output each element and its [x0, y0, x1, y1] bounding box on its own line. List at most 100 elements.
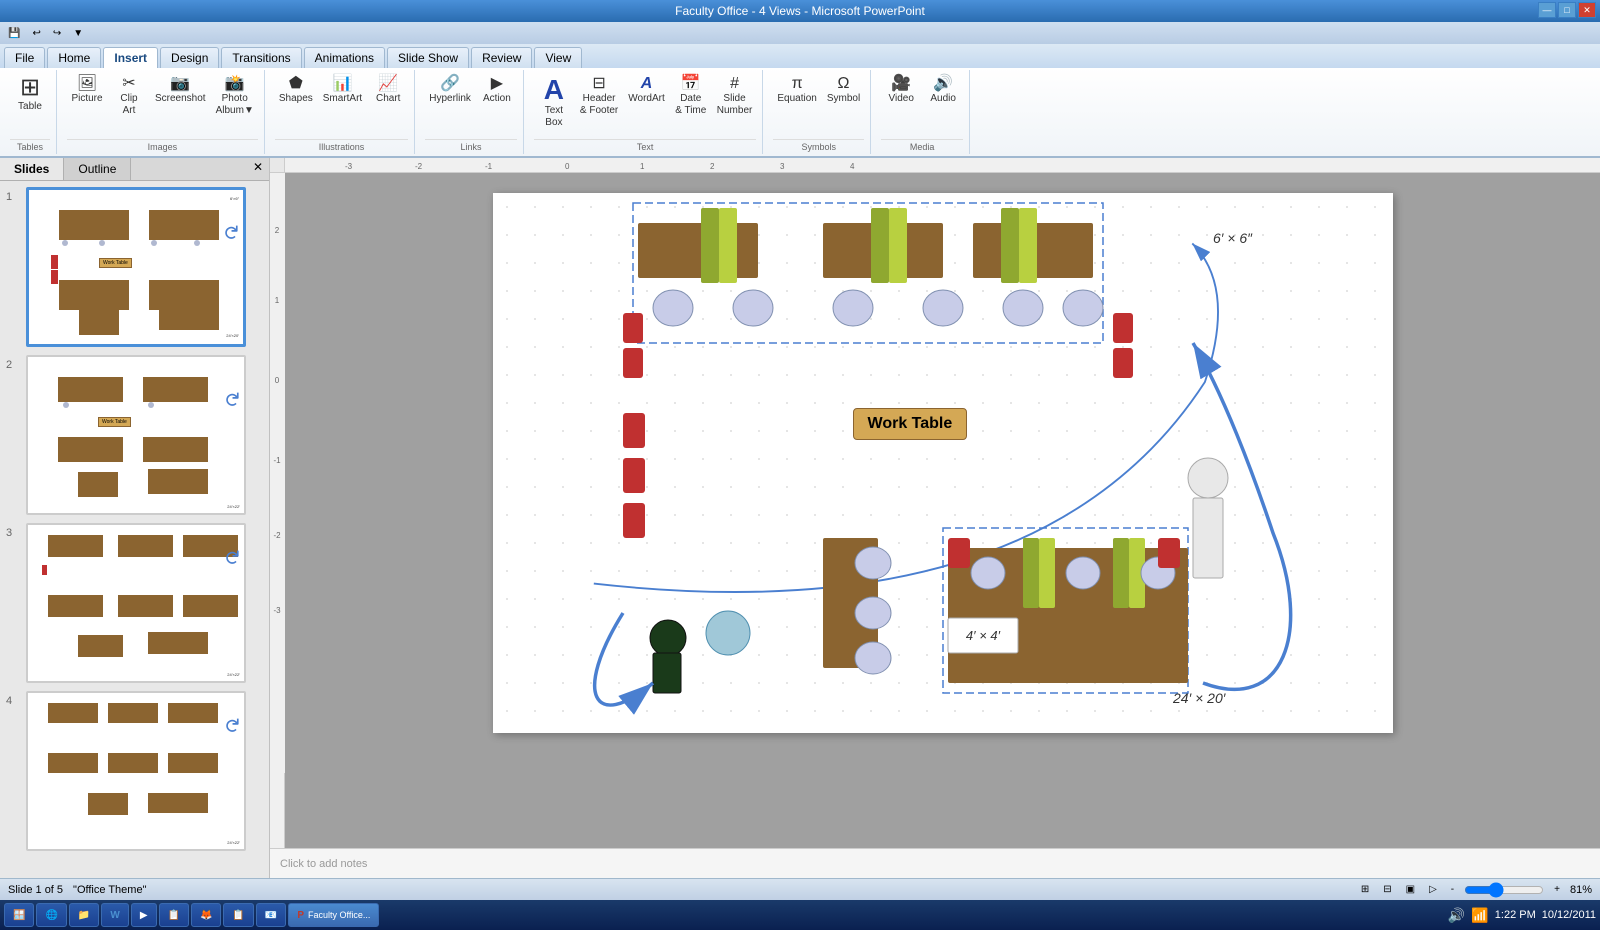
- volume-icon[interactable]: 🔊: [1448, 907, 1465, 924]
- shapes-button[interactable]: ⬟ Shapes: [275, 74, 317, 107]
- tab-file[interactable]: File: [4, 47, 45, 68]
- notes-area[interactable]: Click to add notes: [270, 848, 1600, 878]
- tab-design[interactable]: Design: [160, 47, 219, 68]
- wordart-button[interactable]: A WordArt: [624, 74, 669, 107]
- tab-insert[interactable]: Insert: [103, 47, 158, 68]
- svg-text:-3: -3: [273, 606, 281, 615]
- taskbar-word[interactable]: W: [101, 903, 128, 927]
- smartart-button[interactable]: 📊 SmartArt: [319, 74, 366, 107]
- panel-close-button[interactable]: ✕: [247, 158, 269, 180]
- horizontal-ruler: -3 -2 -1 0 1 2 3 4: [285, 158, 1600, 172]
- svg-text:2: 2: [275, 226, 280, 235]
- taskbar-wmp[interactable]: ▶: [131, 903, 157, 927]
- redo-button[interactable]: ↪: [49, 27, 65, 40]
- word-icon: W: [110, 910, 119, 921]
- tab-animations[interactable]: Animations: [304, 47, 385, 68]
- svg-text:-2: -2: [415, 162, 423, 171]
- svg-text:0: 0: [275, 376, 280, 385]
- minimize-button[interactable]: —: [1538, 2, 1556, 18]
- view-slide-button[interactable]: ⊟: [1379, 883, 1395, 896]
- qa-dropdown[interactable]: ▼: [69, 27, 87, 40]
- slidenumber-button[interactable]: # SlideNumber: [713, 74, 757, 119]
- start-icon: 🪟: [13, 910, 25, 921]
- ribbon-group-symbols: π Equation Ω Symbol Symbols: [767, 70, 871, 154]
- notes-placeholder: Click to add notes: [280, 858, 367, 870]
- slidenumber-icon: #: [730, 76, 739, 92]
- svg-text:2: 2: [710, 162, 715, 171]
- hyperlink-button[interactable]: 🔗 Hyperlink: [425, 74, 475, 107]
- slide-panel: Slides Outline ✕ 1: [0, 158, 270, 878]
- clipart-button[interactable]: ✂ ClipArt: [109, 74, 149, 119]
- svg-text:-2: -2: [273, 531, 281, 540]
- taskbar-explorer[interactable]: 📁: [69, 903, 99, 927]
- view-normal-button[interactable]: ⊞: [1357, 883, 1373, 896]
- headerfooter-icon: ⊟: [592, 76, 605, 92]
- symbols-group-label: Symbols: [773, 139, 864, 152]
- video-button[interactable]: 🎥 Video: [881, 74, 921, 107]
- textbox-icon: A: [544, 76, 564, 104]
- firefox-icon: 🦊: [200, 910, 212, 921]
- slide-thumb-1[interactable]: 1 Work Table: [4, 185, 265, 349]
- view-reading-button[interactable]: ▣: [1402, 883, 1419, 896]
- save-button[interactable]: 💾: [4, 27, 24, 40]
- taskbar-outlook[interactable]: 📧: [256, 903, 286, 927]
- start-button[interactable]: 🪟: [4, 903, 34, 927]
- tab-slideshow[interactable]: Slide Show: [387, 47, 469, 68]
- date-display: 10/12/2011: [1542, 909, 1596, 921]
- taskbar-app2[interactable]: 📋: [223, 903, 253, 927]
- svg-text:-3: -3: [345, 162, 353, 171]
- links-group-label: Links: [425, 139, 517, 152]
- headerfooter-button[interactable]: ⊟ Header& Footer: [576, 74, 622, 119]
- taskbar-right: 🔊 📶 1:22 PM 10/12/2011: [1448, 907, 1596, 924]
- maximize-button[interactable]: □: [1558, 2, 1576, 18]
- tab-review[interactable]: Review: [471, 47, 532, 68]
- taskbar-firefox[interactable]: 🦊: [191, 903, 221, 927]
- audio-icon: 🔊: [933, 76, 953, 92]
- chart-button[interactable]: 📈 Chart: [368, 74, 408, 107]
- wmp-icon: ▶: [140, 910, 148, 921]
- audio-button[interactable]: 🔊 Audio: [923, 74, 963, 107]
- taskbar-app1[interactable]: 📋: [159, 903, 189, 927]
- zoom-out-button[interactable]: -: [1447, 883, 1458, 896]
- theme-label: "Office Theme": [73, 884, 146, 896]
- ie-icon: 🌐: [45, 910, 57, 921]
- taskbar-ie[interactable]: 🌐: [36, 903, 66, 927]
- slide-thumb-4[interactable]: 4 ↻ 24′×22′: [4, 689, 265, 853]
- ribbon-group-illustrations: ⬟ Shapes 📊 SmartArt 📈 Chart Illustration…: [269, 70, 415, 154]
- symbol-button[interactable]: Ω Symbol: [823, 74, 864, 107]
- table-button[interactable]: ⊞ Table: [10, 74, 50, 115]
- view-slideshow-button[interactable]: ▷: [1425, 883, 1441, 896]
- illustrations-group-label: Illustrations: [275, 139, 408, 152]
- slide-preview-4: ↻ 24′×22′: [26, 691, 246, 851]
- tab-transitions[interactable]: Transitions: [221, 47, 301, 68]
- title-bar: Faculty Office - 4 Views - Microsoft Pow…: [0, 0, 1600, 22]
- powerpoint-icon: P: [297, 910, 304, 921]
- action-button[interactable]: ▶ Action: [477, 74, 517, 107]
- slide-thumb-2[interactable]: 2 Work Table ↻ 24′×22′: [4, 353, 265, 517]
- photoalbum-button[interactable]: 📸 PhotoAlbum▼: [212, 74, 258, 119]
- zoom-slider[interactable]: [1464, 882, 1544, 898]
- taskbar-powerpoint[interactable]: P Faculty Office...: [288, 903, 379, 927]
- video-icon: 🎥: [891, 76, 911, 92]
- tab-view[interactable]: View: [534, 47, 582, 68]
- slide-thumb-3[interactable]: 3 ↻ 24′×22′: [4, 521, 265, 685]
- tab-home[interactable]: Home: [47, 47, 101, 68]
- outline-tab[interactable]: Outline: [64, 158, 131, 180]
- close-button[interactable]: ✕: [1578, 2, 1596, 18]
- equation-button[interactable]: π Equation: [773, 74, 820, 107]
- network-icon[interactable]: 📶: [1471, 907, 1488, 924]
- table-icon: ⊞: [20, 76, 40, 100]
- ribbon-tab-bar: File Home Insert Design Transitions Anim…: [0, 44, 1600, 68]
- slides-tab[interactable]: Slides: [0, 158, 64, 180]
- work-table-label: Work Table: [853, 408, 968, 440]
- zoom-in-button[interactable]: +: [1550, 883, 1564, 896]
- textbox-button[interactable]: A TextBox: [534, 74, 574, 131]
- picture-icon: 🖼: [77, 76, 97, 92]
- app2-icon: 📋: [232, 910, 244, 921]
- canvas-scroll[interactable]: 4′ × 4′ 6′ × 6″ 24′ × 20′ Work Table: [285, 173, 1600, 848]
- undo-button[interactable]: ↩: [28, 27, 44, 40]
- screenshot-button[interactable]: 📷 Screenshot: [151, 74, 210, 107]
- picture-button[interactable]: 🖼 Picture: [67, 74, 107, 107]
- datetime-button[interactable]: 📅 Date& Time: [671, 74, 711, 119]
- ribbon-group-tables: ⊞ Table Tables: [4, 70, 57, 154]
